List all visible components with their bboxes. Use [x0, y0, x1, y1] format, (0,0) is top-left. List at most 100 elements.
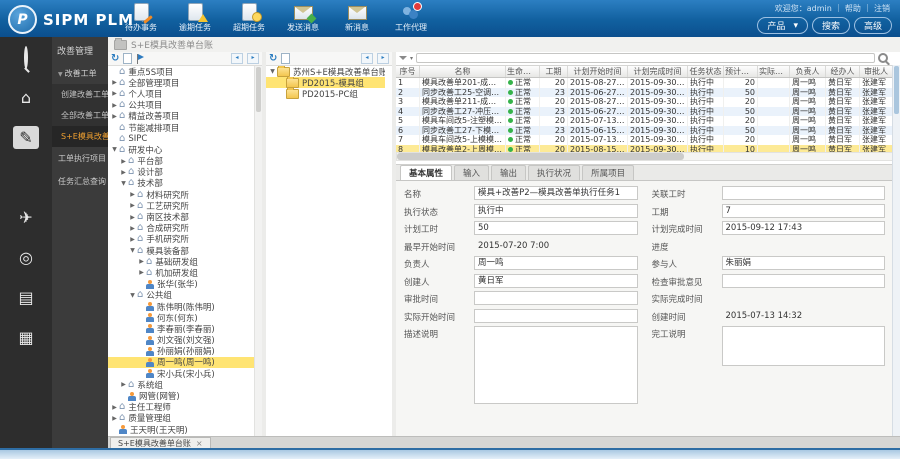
chevron-expanded-icon[interactable]: ▼ [128, 292, 137, 299]
tree-item[interactable]: ▶⌂精益改善项目 [108, 111, 255, 122]
table-row[interactable]: 7模具车间改5-上模模具改善正常202015-07-13 7:432015-09… [396, 135, 893, 145]
close-icon[interactable]: × [196, 439, 203, 448]
collapse-right-icon[interactable]: ▸ [377, 53, 389, 64]
toolbar-item-todo-tasks[interactable]: 待办事务 [118, 3, 164, 33]
tree-item[interactable]: ▶⌂质量管理组 [108, 413, 255, 424]
tab-1[interactable]: 输入 [454, 165, 489, 180]
table-row[interactable]: 2同步改善工25-空调模具改善正常232015-06-27 7:252015-0… [396, 88, 893, 98]
rail-item-home[interactable]: ⌂ [0, 77, 52, 117]
scrollbar-thumb[interactable] [894, 66, 899, 114]
tree-item[interactable]: ▼⌂技术部 [108, 178, 255, 189]
tree-item[interactable]: ▶⌂主任工程师 [108, 402, 255, 413]
rail-item-database[interactable] [0, 157, 52, 197]
rail-item-edit[interactable]: ✎ [0, 117, 52, 157]
tree-item[interactable]: ▼⌂模具装备部 [108, 245, 255, 256]
field-value[interactable] [474, 291, 638, 305]
tree-item[interactable]: PD2015-PC组 [266, 88, 385, 99]
open-view-tab[interactable]: S+E模具改善单台账 × [110, 437, 211, 448]
column-header-life[interactable]: 生命周期 [506, 66, 540, 77]
chevron-collapsed-icon[interactable]: ▶ [128, 214, 137, 221]
table-row[interactable]: 6同步改善工27-下模模具改善正常232015-06-15 7:432015-0… [396, 126, 893, 136]
tree-item[interactable]: 刘文强(刘文强) [108, 335, 255, 346]
column-header-no[interactable]: 序号 [396, 66, 420, 77]
chevron-collapsed-icon[interactable]: ▶ [128, 236, 137, 243]
chevron-collapsed-icon[interactable]: ▶ [119, 381, 128, 388]
field-value[interactable] [722, 291, 886, 305]
tree-item[interactable]: ▼⌂公共组 [108, 290, 255, 301]
field-value[interactable]: 2015-07-20 7:00 [474, 239, 638, 253]
table-row[interactable]: 3模具改善单211-成型模具改善正常202015-08-27 7:232015-… [396, 97, 893, 107]
field-value[interactable] [722, 326, 886, 366]
chevron-expanded-icon[interactable]: ▼ [128, 247, 137, 254]
tree-item[interactable]: ⌂重点5S项目 [108, 66, 255, 77]
toolbar-item-work-proxy[interactable]: 工作代理 [388, 3, 434, 33]
tree-item[interactable]: 张华(张华) [108, 279, 255, 290]
column-header-start[interactable]: 计划开始时间 [568, 66, 628, 77]
advanced-search-button[interactable]: 高级 [854, 17, 892, 34]
field-value[interactable]: 黄日军 [474, 274, 638, 288]
collapse-left-icon[interactable]: ◂ [231, 53, 243, 64]
rail-item-target[interactable]: ◎ [0, 237, 52, 277]
tab-2[interactable]: 输出 [491, 165, 526, 180]
collapse-left-icon[interactable]: ◂ [361, 53, 373, 64]
chevron-collapsed-icon[interactable]: ▶ [110, 404, 119, 411]
tree-item[interactable]: 陈伟明(陈伟明) [108, 301, 255, 312]
tree-item[interactable]: 周一鸣(周一鸣) [108, 357, 255, 368]
field-value[interactable] [722, 239, 886, 253]
toolbar-item-new-message[interactable]: 新消息 [334, 3, 380, 33]
filter-icon[interactable] [399, 56, 407, 60]
tree-item[interactable]: ▶⌂手机研究所 [108, 234, 255, 245]
chevron-expanded-icon[interactable]: ▼ [119, 180, 128, 187]
collapse-right-icon[interactable]: ▸ [247, 53, 259, 64]
search-icon[interactable] [878, 53, 888, 63]
tree-item[interactable]: ▶⌂全部管理项目 [108, 77, 255, 88]
field-value[interactable] [474, 326, 638, 404]
tree-item[interactable]: ▶⌂南区技术部 [108, 211, 255, 222]
tree-item[interactable]: ⌂节能减排项目 [108, 122, 255, 133]
column-header-owner[interactable]: 负责人 [790, 66, 826, 77]
field-value[interactable]: 执行中 [474, 204, 638, 218]
nav-sub-item-1[interactable]: 全部改善工单查询 [52, 105, 108, 126]
nav-item-1[interactable]: 任务汇总查询 [52, 170, 108, 193]
tree-item[interactable]: ▶⌂个人项目 [108, 88, 255, 99]
new-document-icon[interactable] [123, 53, 132, 64]
toolbar-item-expired-tasks[interactable]: 超期任务 [226, 3, 272, 33]
chevron-collapsed-icon[interactable]: ▶ [110, 79, 119, 86]
tree-item[interactable]: ▶⌂基础研发组 [108, 256, 255, 267]
column-header-end[interactable]: 计划完成时间 [628, 66, 688, 77]
detail-vertical-scrollbar[interactable] [892, 65, 900, 437]
chevron-collapsed-icon[interactable]: ▶ [119, 169, 128, 176]
tree-item[interactable]: 孙丽娟(孙丽娟) [108, 346, 255, 357]
field-value[interactable] [474, 309, 638, 323]
chevron-collapsed-icon[interactable]: ▶ [128, 202, 137, 209]
tree-item[interactable]: ▶⌂平台部 [108, 156, 255, 167]
field-value[interactable]: 朱丽娟 [722, 256, 886, 270]
tree-item[interactable]: 宋小兵(宋小兵) [108, 368, 255, 379]
column-header-status[interactable]: 任务状态 [688, 66, 724, 77]
tree-item[interactable]: ▶⌂机加研发组 [108, 267, 255, 278]
chevron-collapsed-icon[interactable]: ▶ [128, 191, 137, 198]
table-row[interactable]: 5模具车间改5-注塑模具改善正常202015-07-13 7:432015-09… [396, 116, 893, 126]
column-header-plan_hours[interactable]: 预计工时 [724, 66, 758, 77]
new-document-icon[interactable] [281, 53, 290, 64]
tree-item[interactable]: ▼苏州S+E模具改善单台账任务 [266, 66, 385, 77]
chevron-collapsed-icon[interactable]: ▶ [128, 225, 137, 232]
column-header-name[interactable]: 名称 [420, 66, 506, 77]
chevron-collapsed-icon[interactable]: ▶ [110, 102, 119, 109]
nav-item-0[interactable]: 工单执行项目 [52, 147, 108, 170]
tree-item[interactable]: ▶⌂工艺研究所 [108, 200, 255, 211]
chevron-collapsed-icon[interactable]: ▶ [110, 415, 119, 422]
column-header-approver[interactable]: 审批人 [860, 66, 893, 77]
refresh-icon[interactable]: ↻ [111, 54, 119, 64]
column-header-duration[interactable]: 工期 [540, 66, 568, 77]
flag-icon[interactable] [136, 54, 145, 64]
tab-3[interactable]: 执行状况 [528, 165, 580, 180]
field-value[interactable] [722, 274, 886, 288]
field-value[interactable]: 50 [474, 221, 638, 235]
rail-item-send[interactable]: ✈ [0, 197, 52, 237]
welcome-text[interactable]: 欢迎您：admin ｜ 帮助 ｜ 注销 [775, 3, 890, 14]
tree-item[interactable]: ▼⌂研发中心 [108, 144, 255, 155]
chevron-collapsed-icon[interactable]: ▶ [110, 90, 119, 97]
tree-item[interactable]: ▶⌂系统组 [108, 379, 255, 390]
search-scope-select[interactable]: 产品 ▾ [757, 17, 808, 34]
